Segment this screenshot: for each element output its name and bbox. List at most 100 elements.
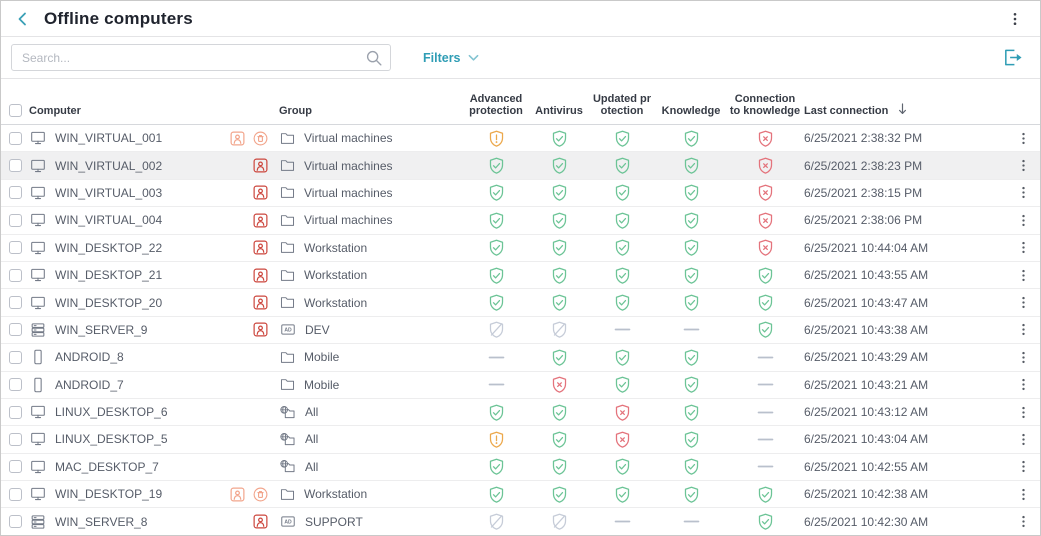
row-menu-button[interactable] [1006,350,1040,365]
table-row[interactable]: WIN_DESKTOP_22Workstation6/25/2021 10:44… [1,235,1040,262]
table-row[interactable]: ANDROID_8Mobile6/25/2021 10:43:29 AM [1,344,1040,371]
row-menu-button[interactable] [1006,514,1040,529]
group-cell[interactable]: Virtual machines [279,212,462,229]
computer-name: WIN_DESKTOP_20 [55,296,162,310]
row-menu-button[interactable] [1006,158,1040,173]
computer-cell[interactable]: WIN_VIRTUAL_001 [29,129,279,147]
row-checkbox[interactable] [9,241,22,254]
group-cell[interactable]: Workstation [279,486,462,503]
computer-cell[interactable]: LINUX_DESKTOP_5 [29,430,279,448]
row-menu-button[interactable] [1006,185,1040,200]
group-name: SUPPORT [305,515,363,529]
column-header-computer[interactable]: Computer [29,79,279,124]
row-checkbox[interactable] [9,515,22,528]
table-row[interactable]: WIN_DESKTOP_19Workstation6/25/2021 10:42… [1,481,1040,508]
row-menu-button[interactable] [1006,268,1040,283]
desktop-icon [29,430,47,448]
row-checkbox[interactable] [9,488,22,501]
row-checkbox[interactable] [9,323,22,336]
column-header-updated-protection[interactable]: Updated protection [588,79,656,124]
select-all-checkbox[interactable] [9,104,22,117]
column-header-advanced-protection[interactable]: Advanced protection [462,79,530,124]
row-checkbox[interactable] [9,406,22,419]
column-header-antivirus[interactable]: Antivirus [530,79,588,124]
computer-cell[interactable]: ANDROID_8 [29,348,279,366]
table-row[interactable]: WIN_VIRTUAL_001Virtual machines6/25/2021… [1,125,1040,152]
computer-cell[interactable]: WIN_VIRTUAL_004 [29,211,279,229]
table-row[interactable]: WIN_VIRTUAL_002Virtual machines6/25/2021… [1,152,1040,179]
page-menu-button[interactable] [1004,8,1026,30]
group-cell[interactable]: AD SUPPORT [279,513,462,530]
group-cell[interactable]: ADDEV [279,321,462,338]
column-header-connection-to-knowledge[interactable]: Connection to knowledge [726,79,804,124]
computer-cell[interactable]: WIN_VIRTUAL_002 [29,157,279,175]
group-cell[interactable]: Workstation [279,267,462,284]
status-shield-ok-icon [613,238,632,257]
computer-cell[interactable]: MAC_DESKTOP_7 [29,458,279,476]
table-row[interactable]: LINUX_DESKTOP_6All6/25/2021 10:43:12 AM [1,399,1040,426]
group-cell[interactable]: Workstation [279,294,462,311]
group-cell[interactable]: Virtual machines [279,130,462,147]
table-row[interactable]: LINUX_DESKTOP_5All6/25/2021 10:43:04 AM [1,426,1040,453]
computer-cell[interactable]: LINUX_DESKTOP_6 [29,403,279,421]
search-input[interactable] [11,44,391,71]
computer-cell[interactable]: ANDROID_7 [29,376,279,394]
column-header-last-connection[interactable]: Last connection [804,79,1006,124]
row-checkbox[interactable] [9,460,22,473]
group-cell[interactable]: Virtual machines [279,157,462,174]
search-icon[interactable] [365,49,383,72]
computer-cell[interactable]: WIN_SERVER_8 [29,513,279,531]
group-cell[interactable]: All [279,458,462,475]
row-checkbox[interactable] [9,378,22,391]
row-checkbox[interactable] [9,186,22,199]
computer-cell[interactable]: WIN_DESKTOP_21 [29,266,279,284]
export-button[interactable] [1001,47,1024,68]
row-menu-button[interactable] [1006,295,1040,310]
group-cell[interactable]: Workstation [279,239,462,256]
back-button[interactable] [15,11,31,27]
filters-button[interactable]: Filters [423,51,479,65]
advanced-protection-cell [462,156,530,175]
row-checkbox[interactable] [9,296,22,309]
group-cell[interactable]: Mobile [279,349,462,366]
table-row[interactable]: WIN_DESKTOP_21Workstation6/25/2021 10:43… [1,262,1040,289]
row-checkbox[interactable] [9,351,22,364]
computer-cell[interactable]: WIN_VIRTUAL_003 [29,184,279,202]
group-cell[interactable]: All [279,404,462,421]
computer-cell[interactable]: WIN_DESKTOP_22 [29,239,279,257]
row-menu-button[interactable] [1006,213,1040,228]
row-menu-button[interactable] [1006,459,1040,474]
row-checkbox[interactable] [9,159,22,172]
table-row[interactable]: WIN_SERVER_8ADSUPPORT6/25/2021 10:42:30 … [1,508,1040,535]
antivirus-cell [530,183,588,202]
row-menu-button[interactable] [1006,322,1040,337]
column-header-group[interactable]: Group [279,79,462,124]
group-cell[interactable]: Virtual machines [279,184,462,201]
filters-label: Filters [423,51,461,65]
svg-text:AD: AD [284,520,292,526]
row-checkbox[interactable] [9,433,22,446]
table-row[interactable]: WIN_DESKTOP_20Workstation6/25/2021 10:43… [1,289,1040,316]
advanced-protection-cell [462,129,530,148]
row-checkbox[interactable] [9,214,22,227]
row-menu-button[interactable] [1006,487,1040,502]
table-body: WIN_VIRTUAL_001Virtual machines6/25/2021… [1,125,1040,536]
column-header-knowledge[interactable]: Knowledge [656,79,726,124]
group-cell[interactable]: All [279,431,462,448]
table-row[interactable]: WIN_VIRTUAL_003Virtual machines6/25/2021… [1,180,1040,207]
row-menu-button[interactable] [1006,131,1040,146]
row-menu-button[interactable] [1006,432,1040,447]
row-checkbox[interactable] [9,132,22,145]
row-menu-button[interactable] [1006,405,1040,420]
table-row[interactable]: MAC_DESKTOP_7All6/25/2021 10:42:55 AM [1,454,1040,481]
group-cell[interactable]: Mobile [279,376,462,393]
table-row[interactable]: WIN_SERVER_9ADDEV6/25/2021 10:43:38 AM [1,317,1040,344]
computer-cell[interactable]: WIN_DESKTOP_19 [29,485,279,503]
row-menu-button[interactable] [1006,377,1040,392]
row-checkbox[interactable] [9,269,22,282]
table-row[interactable]: ANDROID_7Mobile6/25/2021 10:43:21 AM [1,372,1040,399]
table-row[interactable]: WIN_VIRTUAL_004Virtual machines6/25/2021… [1,207,1040,234]
computer-cell[interactable]: WIN_DESKTOP_20 [29,294,279,312]
row-menu-button[interactable] [1006,240,1040,255]
computer-cell[interactable]: WIN_SERVER_9 [29,321,279,339]
